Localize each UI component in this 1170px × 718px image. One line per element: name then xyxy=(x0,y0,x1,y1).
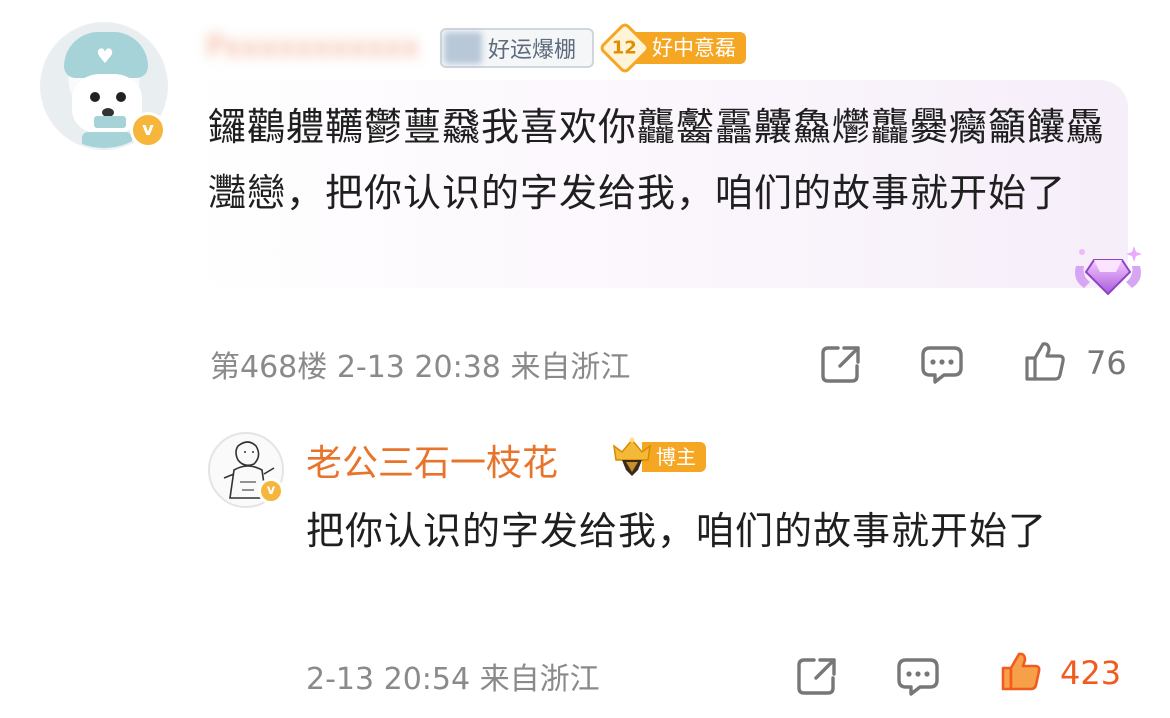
share-icon[interactable] xyxy=(820,344,862,384)
reply-location: 来自浙江 xyxy=(479,662,600,697)
comment-timestamp: 2-13 20:38 xyxy=(336,350,501,385)
lucky-tag-label: 好运爆棚 xyxy=(488,38,577,63)
comment-icon[interactable] xyxy=(920,344,964,384)
floor-number: 第468楼 xyxy=(210,350,328,385)
blurred-badge-icon xyxy=(444,32,482,64)
blogger-badge[interactable]: 博主 xyxy=(608,436,720,476)
fan-level-badge[interactable]: 12 好中意磊 xyxy=(598,21,756,75)
diamond-gem-icon xyxy=(1075,246,1142,296)
thumbs-up-filled-icon[interactable] xyxy=(1000,650,1042,692)
comment-thread: ♥ v Pxxxxxxxxxxx 好运爆棚 12 好中意磊 鑼鸛軆韉鬱蘴飝我喜欢… xyxy=(0,0,1170,718)
like-count: 76 xyxy=(1086,344,1127,382)
crown-diamond-icon xyxy=(613,437,651,476)
reply-timestamp: 2-13 20:54 xyxy=(306,662,471,697)
comment-meta: 第468楼 2-13 20:38 来自浙江 xyxy=(210,342,630,386)
comment-text: 鑼鸛軆韉鬱蘴飝我喜欢你龘齾靐齉鱻爩龘爨癵籲饢驫灩戀，把你认识的字发给我，咱们的故… xyxy=(208,105,1106,215)
level-diamond-icon: 12 xyxy=(598,21,652,75)
lucky-tag-badge[interactable]: 好运爆棚 xyxy=(440,28,594,68)
share-icon[interactable] xyxy=(796,656,838,696)
reply-text: 把你认识的字发给我，咱们的故事就开始了 xyxy=(306,509,1048,553)
reply-username[interactable]: 老公三石一枝花 xyxy=(306,434,558,486)
verified-badge-icon: v xyxy=(258,478,284,504)
verified-badge-icon: v xyxy=(130,112,166,148)
thumbs-up-icon[interactable] xyxy=(1024,340,1066,382)
reply-like-count: 423 xyxy=(1060,654,1122,692)
reply-meta: 2-13 20:54 来自浙江 xyxy=(306,654,600,698)
comment-icon[interactable] xyxy=(896,656,940,696)
comment-location: 来自浙江 xyxy=(510,350,631,385)
